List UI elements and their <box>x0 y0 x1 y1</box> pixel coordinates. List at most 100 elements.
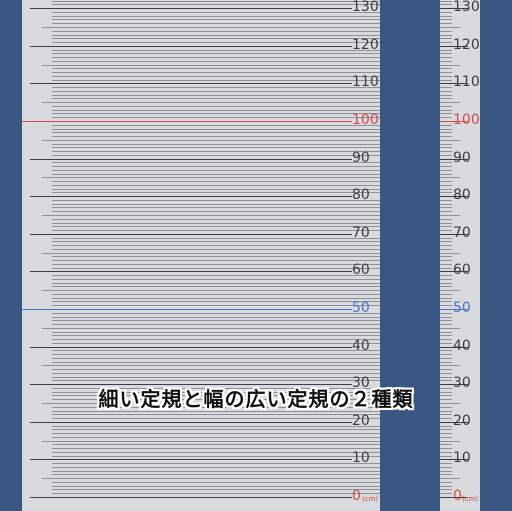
ruler-tick <box>52 286 380 287</box>
ruler-tick <box>440 414 452 415</box>
ruler-tick <box>440 140 460 141</box>
ruler-tick <box>440 110 452 111</box>
ruler-tick <box>52 317 380 318</box>
ruler-tick <box>42 365 380 366</box>
ruler-tick <box>440 343 452 344</box>
ruler-tick <box>52 283 380 284</box>
ruler-tick <box>440 441 460 442</box>
ruler-label-0: 0 <box>352 488 361 504</box>
ruler-tick <box>440 27 460 28</box>
ruler-tick <box>440 264 452 265</box>
ruler-tick <box>440 354 452 355</box>
ruler-tick <box>440 192 452 193</box>
ruler-tick <box>52 189 380 190</box>
ruler-tick <box>42 441 380 442</box>
ruler-tick <box>42 27 380 28</box>
ruler-tick <box>52 264 380 265</box>
ruler-tick <box>440 4 452 5</box>
ruler-tick <box>52 110 380 111</box>
ruler-tick <box>52 125 380 126</box>
ruler-tick <box>440 268 452 269</box>
ruler-label-60: 60 <box>453 262 471 278</box>
ruler-tick <box>440 125 452 126</box>
ruler-tick <box>52 226 380 227</box>
ruler-tick <box>30 459 352 460</box>
ruler-tick <box>30 159 352 160</box>
ruler-tick <box>440 207 452 208</box>
ruler-tick <box>440 155 452 156</box>
ruler-tick <box>440 61 452 62</box>
ruler-tick <box>440 95 452 96</box>
caption-text: 細い定規と幅の広い定規の２種類 <box>98 387 414 411</box>
ruler-tick <box>52 350 380 351</box>
ruler-tick <box>440 283 452 284</box>
ruler-tick <box>440 429 452 430</box>
ruler-tick <box>52 256 380 257</box>
ruler-tick <box>440 87 452 88</box>
ruler-tick <box>52 301 380 302</box>
ruler-tick <box>52 19 380 20</box>
ruler-tick <box>52 200 380 201</box>
ruler-tick <box>52 166 380 167</box>
ruler-tick <box>42 140 380 141</box>
ruler-tick <box>440 463 452 464</box>
ruler-tick <box>440 467 452 468</box>
ruler-tick <box>52 298 380 299</box>
ruler-tick <box>440 57 452 58</box>
ruler-tick <box>52 76 380 77</box>
ruler-tick <box>52 332 380 333</box>
ruler-tick <box>52 433 380 434</box>
ruler-label-110: 110 <box>453 74 480 90</box>
ruler-tick <box>440 294 452 295</box>
ruler-tick <box>440 313 452 314</box>
ruler-tick <box>440 117 452 118</box>
ruler-tick <box>52 339 380 340</box>
ruler-tick <box>440 16 452 17</box>
ruler-tick <box>440 189 452 190</box>
ruler-tick <box>440 426 452 427</box>
ruler-tick <box>52 268 380 269</box>
ruler-tick <box>440 256 452 257</box>
ruler-tick <box>52 463 380 464</box>
ruler-tick <box>52 117 380 118</box>
ruler-tick <box>440 377 452 378</box>
ruler-tick <box>440 1 452 2</box>
ruler-tick <box>440 129 452 130</box>
ruler-tick <box>52 489 380 490</box>
ruler-tick <box>440 170 452 171</box>
ruler-tick <box>440 362 452 363</box>
ruler-tick <box>440 290 460 291</box>
ruler-label-10: 10 <box>352 450 370 466</box>
ruler-tick <box>440 31 452 32</box>
unit-label: (cm) <box>462 495 479 503</box>
ruler-tick <box>52 42 380 43</box>
ruler-tick <box>52 482 380 483</box>
unit-label: (cm) <box>362 495 379 503</box>
ruler-tick <box>440 136 452 137</box>
ruler-tick <box>440 474 452 475</box>
ruler-tick <box>52 147 380 148</box>
ruler-tick <box>440 452 452 453</box>
ruler-tick <box>440 320 452 321</box>
ruler-label-70: 70 <box>453 225 471 241</box>
ruler-tick <box>52 72 380 73</box>
ruler-tick <box>52 343 380 344</box>
ruler-tick <box>440 144 452 145</box>
ruler-tick <box>440 211 452 212</box>
ruler-tick <box>52 68 380 69</box>
ruler-tick <box>52 91 380 92</box>
ruler-tick <box>30 83 352 84</box>
ruler-tick <box>440 279 452 280</box>
ruler-tick <box>42 253 380 254</box>
ruler-label-90: 90 <box>453 150 471 166</box>
ruler-tick <box>440 448 452 449</box>
ruler-tick <box>52 354 380 355</box>
ruler-tick <box>42 177 380 178</box>
ruler-tick <box>42 102 380 103</box>
ruler-tick <box>440 249 452 250</box>
ruler-tick <box>440 478 460 479</box>
ruler-label-120: 120 <box>453 37 480 53</box>
ruler-tick <box>440 493 452 494</box>
ruler-tick <box>440 200 452 201</box>
ruler-tick <box>440 471 452 472</box>
